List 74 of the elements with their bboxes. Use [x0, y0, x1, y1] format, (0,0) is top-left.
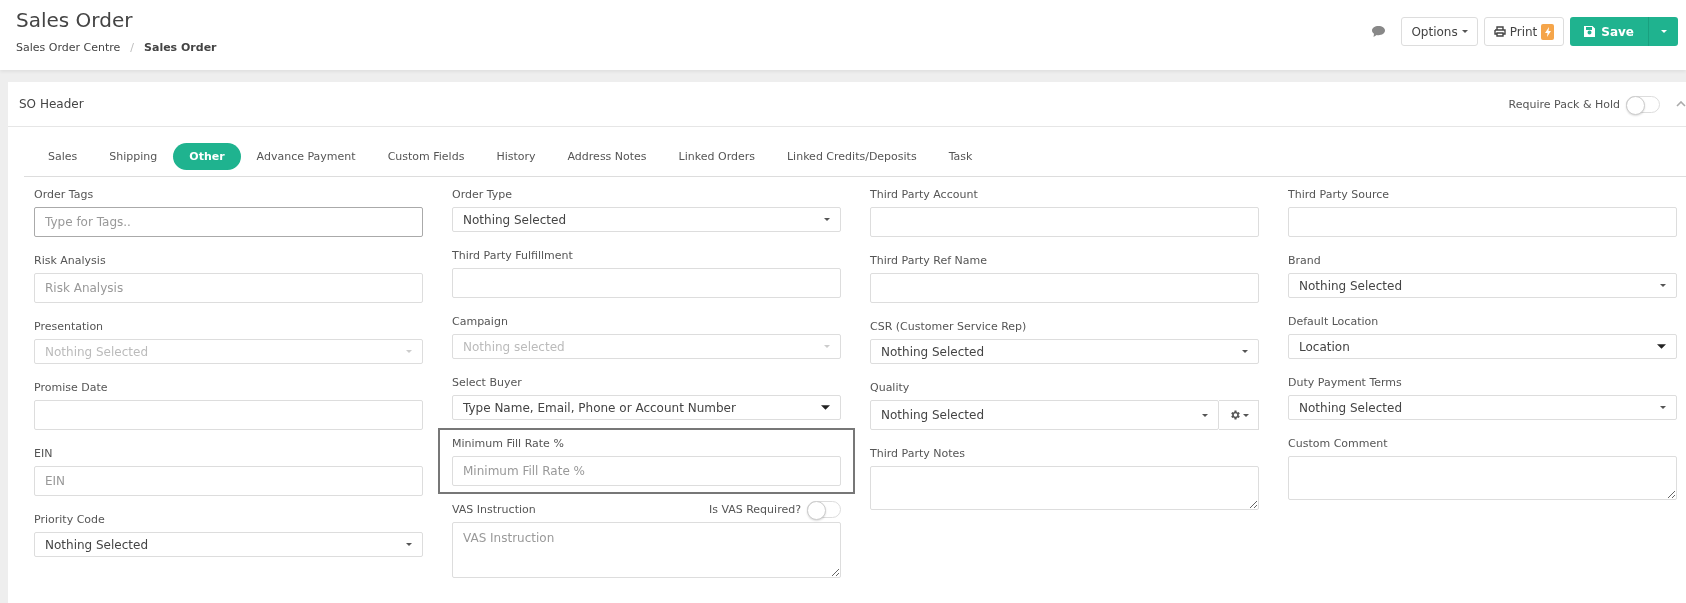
tab[interactable]: Custom Fields	[371, 143, 481, 170]
tab[interactable]: Sales	[32, 143, 94, 170]
field-label: Third Party Source	[1288, 187, 1390, 201]
field-label: Minimum Fill Rate %	[452, 436, 564, 450]
caret-icon	[1202, 413, 1208, 417]
dropdown-select[interactable]: Nothing Selected	[870, 339, 1259, 364]
field-label: Priority Code	[34, 512, 105, 526]
field-label: Custom Comment	[1288, 436, 1388, 450]
panel-title: SO Header	[19, 97, 84, 111]
caret-icon	[1242, 350, 1248, 353]
toggle-switch[interactable]	[807, 500, 841, 518]
field-label: VAS Instruction	[452, 502, 536, 516]
caret-icon	[1242, 413, 1249, 417]
field-label: Third Party Ref Name	[870, 253, 987, 267]
dropdown-select[interactable]: Type Name, Email, Phone or Account Number	[452, 395, 841, 420]
caret-icon	[1660, 284, 1666, 287]
field-label: Third Party Account	[870, 187, 978, 201]
field-label: Risk Analysis	[34, 253, 106, 267]
field-label: Quality	[870, 380, 910, 394]
caret-icon	[1461, 30, 1468, 33]
field-label: EIN	[34, 446, 53, 460]
lightning-icon	[1544, 26, 1551, 37]
field-label: Order Tags	[34, 187, 94, 201]
field-label: CSR (Customer Service Rep)	[870, 319, 1027, 333]
field-label: Presentation	[34, 319, 104, 333]
dropdown-select[interactable]: Nothing Selected	[1288, 273, 1677, 298]
field-label: Select Buyer	[452, 375, 522, 389]
toggle-label: Require Pack & Hold	[1508, 97, 1620, 111]
field-label: Duty Payment Terms	[1288, 375, 1402, 389]
breadcrumb-link[interactable]: Sales Order	[144, 41, 217, 54]
dropdown-select[interactable]: Nothing Selected	[452, 207, 841, 232]
printer-icon	[1493, 26, 1506, 37]
caret-icon	[824, 218, 830, 221]
settings-icon	[1228, 409, 1241, 421]
chevron-up-icon[interactable]	[1676, 101, 1686, 107]
tab[interactable]: Advance Payment	[240, 143, 372, 170]
caret-icon	[821, 405, 830, 410]
field-label: Promise Date	[34, 380, 108, 394]
dropdown-select[interactable]: Location	[1288, 334, 1677, 359]
settings-button[interactable]	[1219, 400, 1259, 430]
tab[interactable]: Task	[932, 143, 989, 170]
comment-icon[interactable]	[1372, 26, 1386, 37]
text-area[interactable]	[1288, 456, 1677, 500]
field-label: Third Party Notes	[870, 446, 966, 460]
toggle-label: Is VAS Required?	[708, 502, 801, 516]
text-area[interactable]	[870, 466, 1259, 510]
caret-icon	[1657, 344, 1666, 349]
save-menu-button[interactable]	[1648, 17, 1678, 46]
caret-icon	[1660, 406, 1666, 409]
page-title: Sales Order	[16, 8, 134, 32]
tab[interactable]: Address Notes	[551, 143, 663, 170]
caret-icon	[406, 350, 412, 353]
field-label: Order Type	[452, 187, 513, 201]
options-button[interactable]: Options	[1401, 17, 1478, 46]
tab[interactable]: Shipping	[93, 143, 174, 170]
caret-icon	[824, 345, 830, 348]
input-field[interactable]: Type for Tags..	[34, 207, 423, 237]
tab[interactable]: Linked Credits/Deposits	[771, 143, 933, 170]
caret-icon	[406, 543, 412, 546]
field-label: Campaign	[452, 314, 508, 328]
field-label: Brand	[1288, 253, 1321, 267]
breadcrumb-link[interactable]: Sales Order Centre	[16, 41, 121, 54]
caret-icon	[1660, 30, 1667, 33]
toggle-switch[interactable]	[1626, 95, 1660, 113]
dropdown-select[interactable]: Nothing Selected	[34, 532, 423, 557]
dropdown-select[interactable]: Nothing Selected	[1288, 395, 1677, 420]
dropdown-select[interactable]: Nothing Selected	[870, 400, 1219, 430]
text-area[interactable]: VAS Instruction	[452, 522, 841, 578]
breadcrumb-separator: /	[130, 41, 135, 54]
print-button[interactable]: Print	[1483, 17, 1565, 46]
field-label: Third Party Fulfillment	[452, 248, 573, 262]
field-label: Default Location	[1288, 314, 1379, 328]
tab[interactable]: Linked Orders	[662, 143, 771, 170]
tab[interactable]: History	[480, 143, 552, 170]
